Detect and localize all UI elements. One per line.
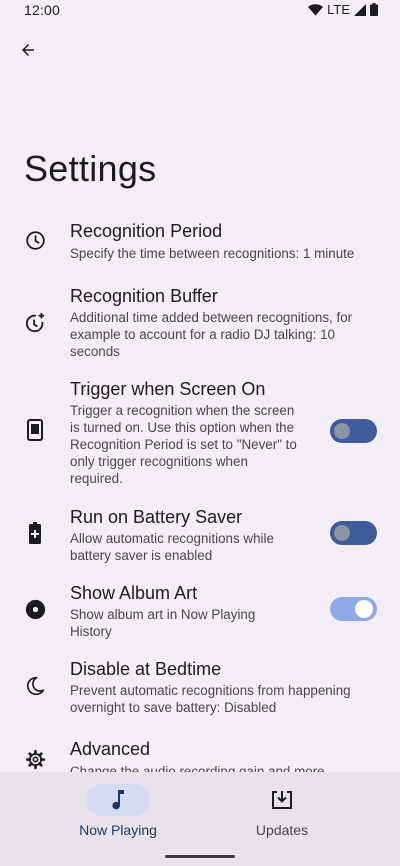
setting-title: Recognition Buffer	[70, 286, 218, 306]
toggle-knob	[355, 600, 373, 618]
status-time: 12:00	[24, 2, 61, 18]
clock-icon	[24, 229, 46, 251]
setting-title: Show Album Art	[70, 583, 198, 603]
nav-active-indicator	[86, 784, 150, 816]
setting-recognition-period[interactable]: Recognition Period Specify the time betw…	[0, 215, 400, 277]
page-title: Settings	[24, 148, 157, 189]
setting-run-battery-saver[interactable]: Run on Battery Saver Allow automatic rec…	[0, 501, 400, 567]
status-icons: LTE	[308, 2, 378, 17]
setting-subtitle: Trigger a recognition when the screen is…	[70, 403, 297, 486]
setting-title: Trigger when Screen On	[70, 379, 266, 399]
setting-title: Recognition Period	[70, 221, 223, 241]
setting-subtitle: Additional time added between recognitio…	[70, 310, 353, 359]
setting-subtitle: Show album art in Now Playing History	[70, 607, 256, 639]
battery-saver-toggle[interactable]	[330, 521, 377, 545]
toggle-knob	[334, 525, 350, 541]
wifi-icon	[308, 3, 324, 16]
battery-icon	[370, 3, 378, 16]
setting-trigger-screen-on[interactable]: Trigger when Screen On Trigger a recogni…	[0, 373, 400, 491]
tab-updates[interactable]: Updates	[228, 784, 358, 844]
setting-disable-bedtime[interactable]: Disable at Bedtime Prevent automatic rec…	[0, 653, 400, 719]
trigger-screen-on-toggle[interactable]	[330, 419, 377, 443]
setting-title: Disable at Bedtime	[70, 659, 222, 679]
settings-list: Recognition Period Specify the time betw…	[0, 215, 400, 772]
arrow-back-icon	[22, 44, 34, 56]
signal-icon	[354, 3, 366, 16]
gear-icon	[24, 748, 46, 770]
toggle-knob	[334, 423, 350, 439]
status-bar: 12:00 LTE	[0, 0, 400, 20]
album-art-toggle[interactable]	[330, 597, 377, 621]
bottom-navigation: Now Playing Updates	[0, 772, 400, 866]
setting-advanced[interactable]: Advanced Change the audio recording gain…	[0, 734, 400, 772]
phone-screen-icon	[24, 419, 46, 441]
back-button[interactable]	[12, 34, 44, 66]
music-note-icon	[112, 790, 124, 810]
setting-title: Advanced	[70, 739, 151, 759]
setting-recognition-buffer[interactable]: Recognition Buffer Additional time added…	[0, 279, 400, 369]
gesture-navigation-bar[interactable]	[165, 855, 235, 858]
setting-subtitle: Change the audio recording gain and more	[70, 764, 325, 772]
setting-show-album-art[interactable]: Show Album Art Show album art in Now Pla…	[0, 577, 400, 643]
setting-title: Run on Battery Saver	[70, 507, 243, 527]
nav-icon-container	[250, 784, 314, 816]
moon-icon	[24, 675, 46, 697]
download-box-icon	[272, 791, 292, 809]
setting-subtitle: Specify the time between recognitions: 1…	[70, 246, 355, 261]
clock-add-icon	[24, 312, 46, 334]
tab-label: Now Playing	[79, 822, 157, 838]
network-type-label: LTE	[327, 2, 350, 17]
album-disc-icon	[24, 598, 46, 620]
tab-label: Updates	[255, 822, 309, 838]
tab-now-playing[interactable]: Now Playing	[64, 784, 194, 844]
battery-charging-icon	[24, 522, 46, 544]
setting-subtitle: Allow automatic recognitions while batte…	[70, 531, 274, 563]
setting-subtitle: Prevent automatic recognitions from happ…	[70, 683, 351, 715]
